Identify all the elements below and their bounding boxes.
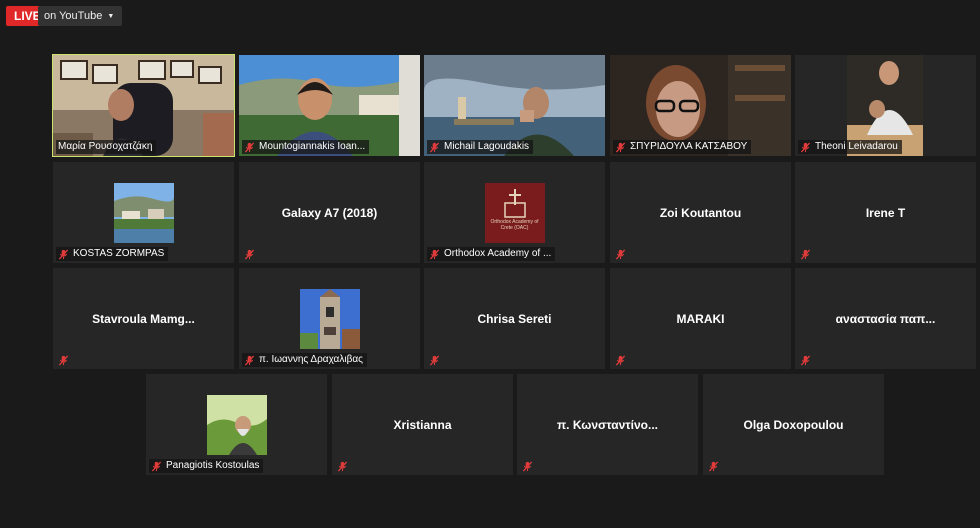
muted-mic-icon [244,141,255,153]
participant-name-label: Panagiotis Kostoulas [149,459,264,473]
participant-display-name: Irene T [865,205,906,220]
participant-tile[interactable]: KOSTAS ZORMPAS [53,162,234,263]
participant-name-label [613,353,634,367]
muted-mic-icon [615,141,626,153]
muted-mic-icon [615,354,626,366]
academy-logo-text: Orthodox Academy of Crete (OAC) [490,218,539,231]
muted-mic-icon [244,354,255,366]
participant-name: π. Ιωαννης Δραχαλιβας [259,354,363,365]
participant-name-label [706,459,727,473]
muted-mic-icon [58,354,69,366]
participant-name-label: KOSTAS ZORMPAS [56,247,169,261]
muted-mic-icon [800,354,811,366]
participant-tile[interactable]: Zoi Koutantou [610,162,791,263]
participant-tile[interactable]: Irene T [795,162,976,263]
participant-tile[interactable]: Olga Doxopoulou [703,374,884,475]
participant-name-label: ΣΠΥΡΙΔΟΥΛΑ ΚΑΤΣΑΒΟΥ [613,140,752,154]
participant-display-name: Zoi Koutantou [659,205,742,220]
participant-name-label: Michail Lagoudakis [427,140,534,154]
participant-name-label: Orthodox Academy of ... [427,247,556,261]
participant-name-label: Mountogiannakis Ioan... [242,140,370,154]
muted-mic-icon [337,460,348,472]
participant-tile[interactable]: Stavroula Mamg... [53,268,234,369]
participant-name: Orthodox Academy of ... [444,248,552,259]
participant-name-label: Μαρία Ρουσοχατζάκη [56,140,157,154]
muted-mic-icon [429,354,440,366]
participant-name-label [335,459,356,473]
participant-name: Michail Lagoudakis [444,141,530,152]
participant-name-label [798,247,819,261]
participant-tile[interactable]: Μαρία Ρουσοχατζάκη [52,54,235,157]
participant-display-name: Chrisa Sereti [477,311,552,326]
participant-display-name: Stavroula Mamg... [92,311,195,326]
participant-name: Theoni Leivadarou [815,141,898,152]
participant-tile[interactable]: π. Ιωαννης Δραχαλιβας [239,268,420,369]
muted-mic-icon [244,248,255,260]
participant-name: Mountogiannakis Ioan... [259,141,366,152]
participant-tile[interactable]: Chrisa Sereti [424,268,605,369]
muted-mic-icon [429,141,440,153]
participant-name-label [613,247,634,261]
muted-mic-icon [58,248,69,260]
profile-picture [299,288,360,349]
participant-tile[interactable]: αναστασία παπ... [795,268,976,369]
muted-mic-icon [800,141,811,153]
participant-tile[interactable]: π. Κωνσταντίνο... [517,374,698,475]
participant-tile[interactable]: Michail Lagoudakis [424,55,605,156]
participant-display-name: αναστασία παπ... [835,311,936,326]
participant-tile[interactable]: Galaxy A7 (2018) [239,162,420,263]
caret-down-icon: ▼ [107,13,115,20]
muted-mic-icon [615,248,626,260]
profile-picture [206,394,267,455]
participant-display-name: MARAKI [676,311,725,326]
participant-tile[interactable]: Panagiotis Kostoulas [146,374,327,475]
participant-display-name: Olga Doxopoulou [743,417,844,432]
muted-mic-icon [429,248,440,260]
participant-name: Μαρία Ρουσοχατζάκη [58,141,153,152]
academy-logo: Orthodox Academy of Crete (OAC) [484,182,545,243]
participant-tile[interactable]: Mountogiannakis Ioan... [239,55,420,156]
participant-name-label: π. Ιωαννης Δραχαλιβας [242,353,367,367]
participant-tile[interactable]: Orthodox Academy of Crete (OAC) Orthodox… [424,162,605,263]
muted-mic-icon [708,460,719,472]
participant-tile[interactable]: MARAKI [610,268,791,369]
participant-tile[interactable]: Xristianna [332,374,513,475]
participant-name: KOSTAS ZORMPAS [73,248,165,259]
participant-name: Panagiotis Kostoulas [166,460,260,471]
youtube-stream-dropdown[interactable]: on YouTube ▼ [38,6,123,26]
participant-tile[interactable]: Theoni Leivadarou [795,55,976,156]
participant-tile[interactable]: ΣΠΥΡΙΔΟΥΛΑ ΚΑΤΣΑΒΟΥ [610,55,791,156]
participant-name-label [427,353,448,367]
muted-mic-icon [800,248,811,260]
participant-name-label [798,353,819,367]
muted-mic-icon [151,460,162,472]
participant-display-name: Xristianna [393,417,452,432]
participant-name-label: Theoni Leivadarou [798,140,902,154]
participant-name-label [56,353,77,367]
stream-label: on YouTube [44,10,103,22]
participant-display-name: Galaxy A7 (2018) [281,205,378,220]
profile-picture [113,182,174,243]
participant-name-label [242,247,263,261]
participant-name: ΣΠΥΡΙΔΟΥΛΑ ΚΑΤΣΑΒΟΥ [630,141,748,152]
participant-display-name: π. Κωνσταντίνο... [556,417,659,432]
participant-name-label [520,459,541,473]
muted-mic-icon [522,460,533,472]
